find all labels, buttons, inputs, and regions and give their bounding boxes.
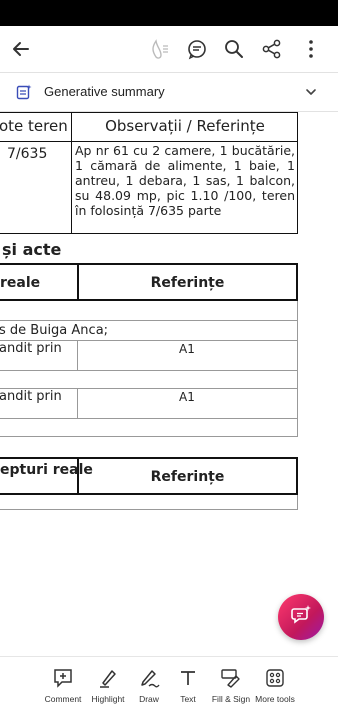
tool-label: Highlight <box>91 694 125 704</box>
table-cell-reference: A1 <box>179 342 195 356</box>
fill-sign-icon <box>220 667 242 689</box>
text-tool-icon <box>178 667 198 689</box>
table-cell-observations: Ap nr 61 cu 2 camere, 1 bucătărie, 1 căm… <box>75 143 295 218</box>
table-header-row: epturi reale Referințe <box>0 457 298 495</box>
tool-label: Draw <box>139 694 159 704</box>
more-tools-icon <box>265 667 285 689</box>
table-row: andit prin A1 <box>0 389 298 419</box>
table-cell: s de Buiga Anca; <box>0 323 109 338</box>
chevron-down-icon[interactable] <box>304 85 318 104</box>
table-column-divider <box>77 341 78 370</box>
search-icon[interactable] <box>221 36 247 62</box>
section-heading: și acte <box>2 240 62 259</box>
read-aloud-icon[interactable] <box>146 36 172 62</box>
tool-label: Fill & Sign <box>211 694 251 704</box>
tool-label: Text <box>180 694 196 704</box>
back-arrow-icon[interactable] <box>8 36 34 62</box>
ai-assistant-button[interactable] <box>278 594 324 640</box>
app-bar <box>0 26 338 72</box>
table-cell: andit prin <box>0 341 62 356</box>
table-header-cell: Referințe <box>150 275 225 291</box>
comment-add-icon <box>52 667 74 689</box>
table-header-cell: Referințe <box>150 469 225 485</box>
table-header-cell: reale <box>0 275 41 291</box>
share-icon[interactable] <box>259 36 285 62</box>
table-row <box>0 371 298 389</box>
ai-assistant-icon <box>290 604 312 631</box>
bottom-toolbar: Comment Highlight Draw Text Fill & Sign … <box>0 656 338 720</box>
table-header-row: reale Referințe <box>0 263 298 301</box>
more-tools[interactable]: More tools <box>247 667 303 711</box>
table-header-cell: ote teren <box>0 117 68 135</box>
generative-summary-label: Generative summary <box>44 84 165 99</box>
table-header-cell: Observații / Referințe <box>105 117 265 135</box>
comments-icon[interactable] <box>184 36 210 62</box>
generative-summary-bar[interactable]: Generative summary <box>0 73 338 111</box>
more-vertical-icon[interactable] <box>298 36 324 62</box>
tool-label: Comment <box>44 694 82 704</box>
table-row: andit prin A1 <box>0 341 298 371</box>
pdf-page: ote teren Observații / Referințe 7/635 A… <box>0 112 338 655</box>
table-cell-reference: A1 <box>179 390 195 404</box>
table-cell: 7/635 <box>7 146 48 162</box>
table-row <box>0 495 298 510</box>
ai-summary-icon <box>16 84 32 105</box>
draw-pen-icon <box>138 667 160 689</box>
table-row: s de Buiga Anca; <box>0 321 298 341</box>
status-bar <box>0 0 338 26</box>
table-cell: andit prin <box>0 389 62 404</box>
table-row <box>0 301 298 321</box>
table-column-divider <box>77 389 78 418</box>
tool-label: More tools <box>255 694 295 704</box>
table-row <box>0 419 298 437</box>
property-table: ote teren Observații / Referințe 7/635 A… <box>0 112 298 234</box>
highlight-pen-icon <box>97 667 119 689</box>
